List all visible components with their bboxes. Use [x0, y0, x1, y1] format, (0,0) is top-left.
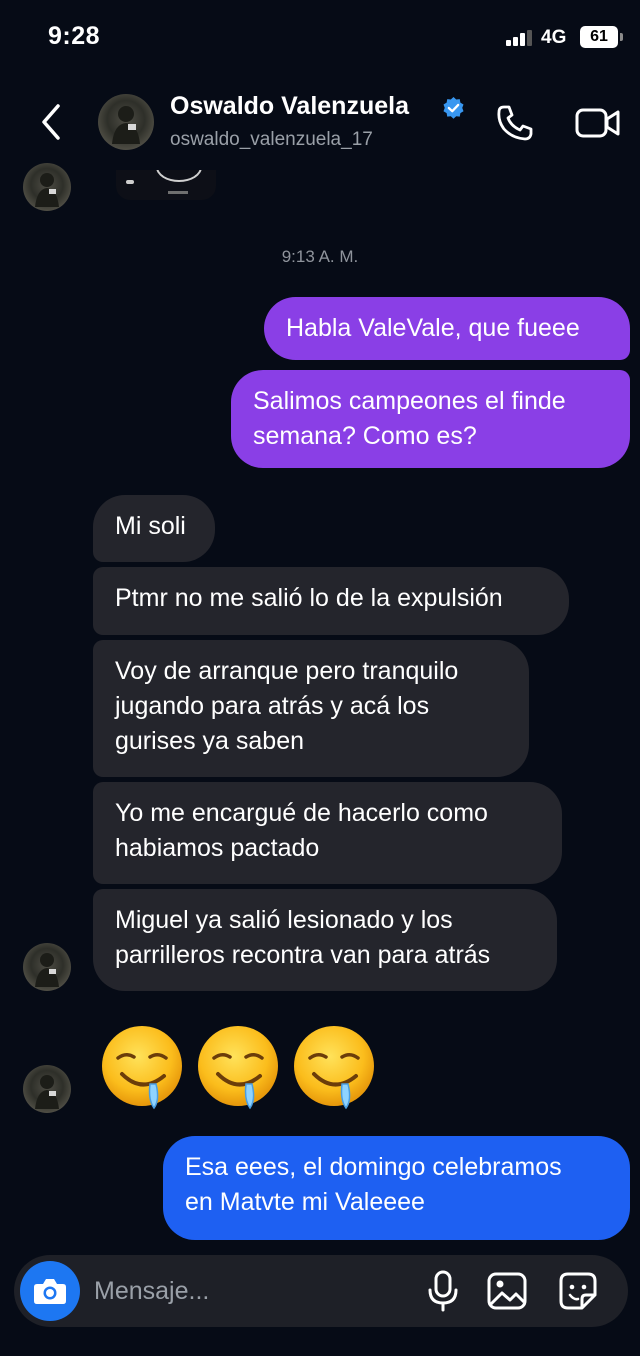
message-text: parrilleros recontra van para atrás	[115, 941, 491, 969]
contact-avatar-small[interactable]	[23, 163, 71, 211]
camera-button[interactable]	[20, 1261, 80, 1321]
message-text: Mi soli	[115, 512, 186, 540]
received-message-bubble[interactable]: Yo me encargué de hacerlo como habiamos …	[93, 782, 562, 884]
person-silhouette-icon	[35, 1075, 59, 1109]
battery-icon: 61	[580, 26, 623, 48]
received-message-bubble[interactable]: Mi soli	[93, 495, 215, 562]
message-text: Yo me encargué de hacerlo como	[115, 799, 488, 827]
message-text: Salimos campeones el finde	[253, 387, 566, 415]
person-silhouette-icon	[112, 106, 140, 144]
message-text: en Matvte mi Valeeee	[185, 1188, 425, 1216]
message-text: Ptmr no me salió lo de la expulsión	[115, 584, 503, 612]
message-text: habiamos pactado	[115, 834, 320, 862]
message-text: Habla ValeVale, que fueee	[286, 314, 580, 342]
gallery-icon[interactable]	[486, 1271, 528, 1311]
contact-avatar[interactable]	[98, 94, 154, 150]
person-silhouette-icon	[35, 173, 59, 207]
person-silhouette-icon	[35, 953, 59, 987]
camera-icon	[34, 1279, 66, 1304]
sticker-icon[interactable]	[558, 1271, 598, 1311]
drooling-face-icon	[294, 1026, 374, 1110]
message-timestamp: 9:13 A. M.	[281, 247, 359, 266]
back-arrow-icon[interactable]	[36, 102, 68, 142]
sent-message-bubble[interactable]: Habla ValeVale, que fueee	[264, 297, 630, 360]
contact-username[interactable]: oswaldo_valenzuela_17	[170, 129, 373, 151]
drooling-face-icon	[102, 1026, 182, 1110]
message-text: semana? Como es?	[253, 422, 477, 450]
sent-message-bubble[interactable]: Esa eees, el domingo celebramos en Matvt…	[163, 1136, 630, 1240]
contact-avatar-small[interactable]	[23, 1065, 71, 1113]
emoji-message[interactable]	[98, 1022, 398, 1117]
contact-name[interactable]: Oswaldo Valenzuela	[170, 92, 409, 121]
signal-icon	[506, 30, 534, 46]
status-bar: 9:28 4G 61	[0, 0, 640, 80]
drooling-face-icon	[198, 1026, 278, 1110]
microphone-icon[interactable]	[426, 1269, 460, 1313]
chat-header: Oswaldo Valenzuela oswaldo_valenzuela_17	[0, 80, 640, 170]
message-text: Esa eees, el domingo celebramos	[185, 1153, 562, 1181]
received-message-bubble[interactable]: Voy de arranque pero tranquilo jugando p…	[93, 640, 529, 777]
message-composer	[14, 1255, 628, 1327]
battery-level: 61	[590, 28, 608, 45]
phone-icon[interactable]	[494, 102, 536, 144]
received-message-bubble[interactable]: Ptmr no me salió lo de la expulsión	[93, 567, 569, 635]
video-camera-icon[interactable]	[574, 104, 622, 142]
previous-media-message[interactable]	[116, 170, 216, 200]
sent-message-bubble[interactable]: Salimos campeones el finde semana? Como …	[231, 370, 630, 468]
network-type: 4G	[541, 27, 567, 48]
message-text: jugando para atrás y acá los	[115, 692, 430, 720]
message-text: gurises ya saben	[115, 727, 305, 755]
message-text: Miguel ya salió lesionado y los	[115, 906, 453, 934]
message-text: Voy de arranque pero tranquilo	[115, 657, 459, 685]
status-time: 9:28	[48, 22, 101, 50]
received-message-bubble[interactable]: Miguel ya salió lesionado y los parrille…	[93, 889, 557, 991]
contact-avatar-small[interactable]	[23, 943, 71, 991]
verified-badge-icon	[443, 97, 464, 119]
message-input[interactable]	[94, 1275, 414, 1307]
